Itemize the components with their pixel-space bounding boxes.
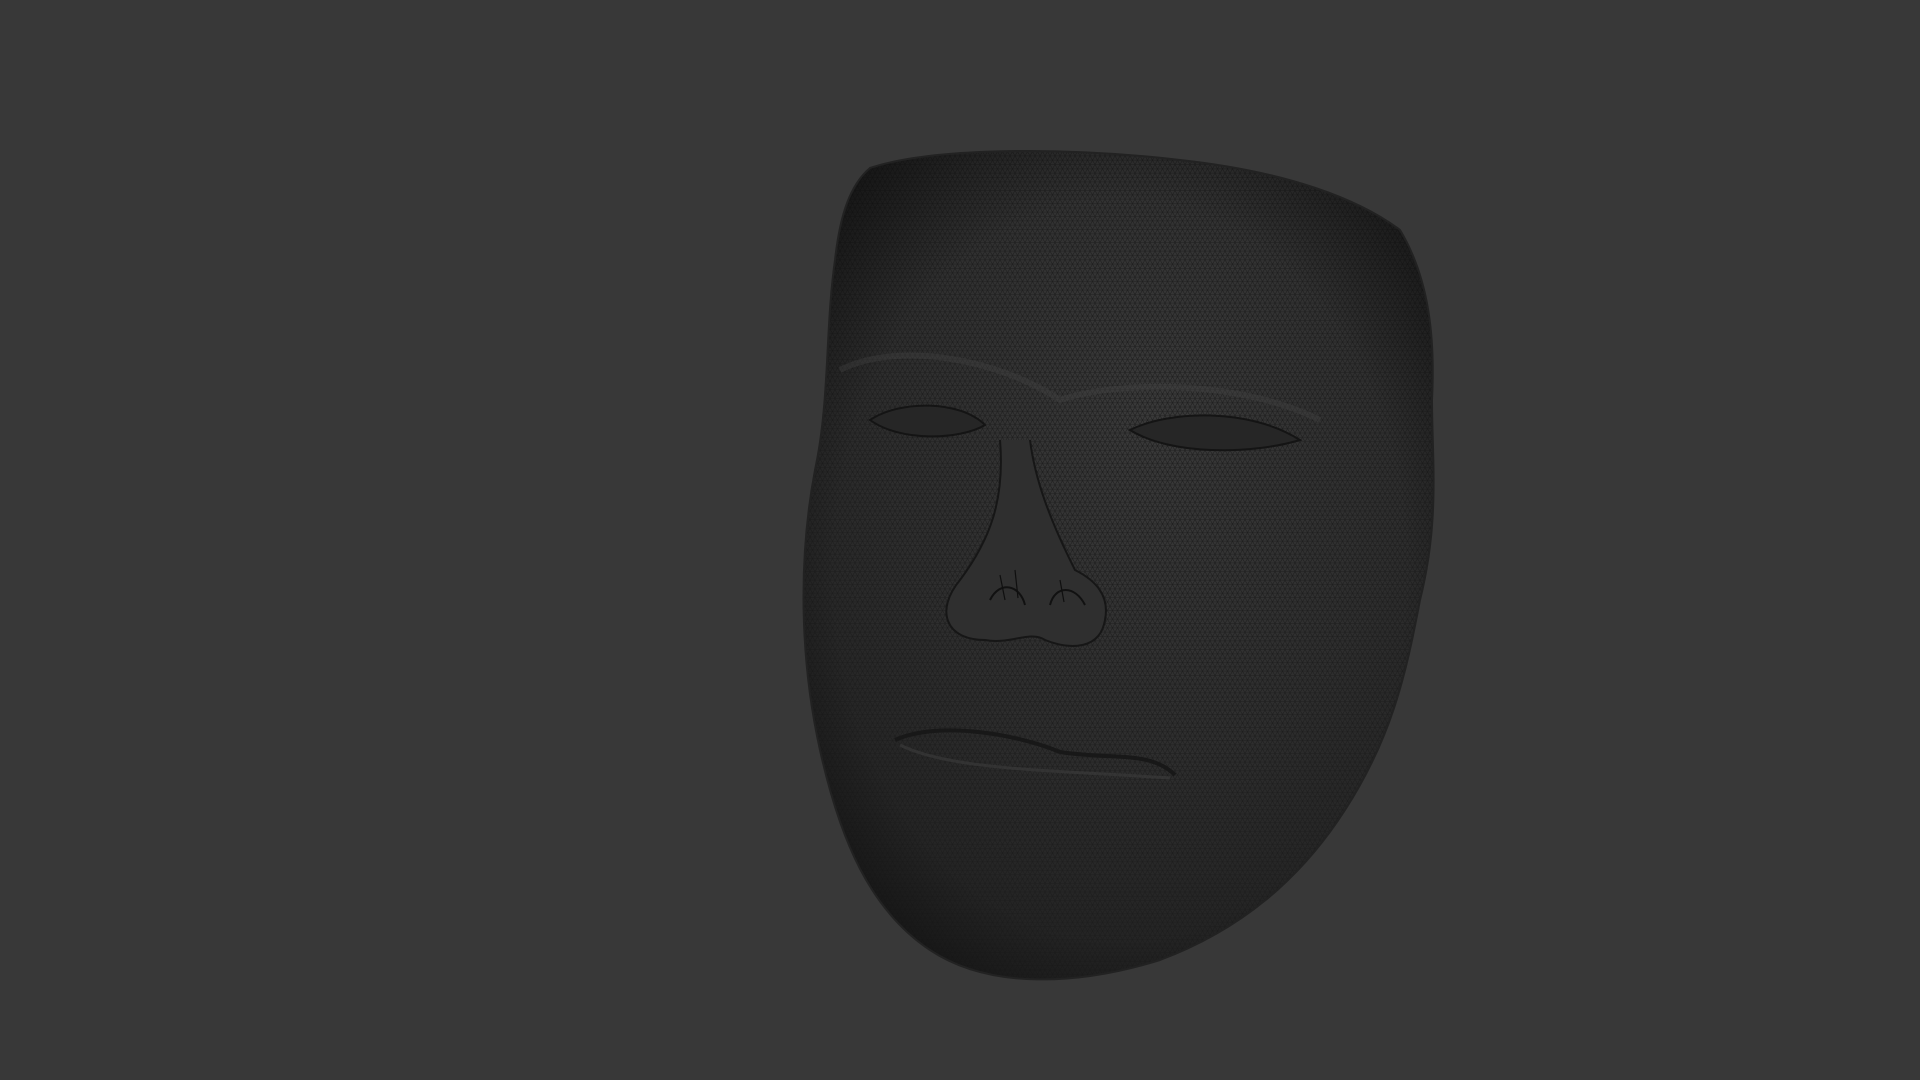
3d-viewport[interactable] xyxy=(0,0,1920,1080)
face-mesh-model[interactable] xyxy=(780,130,1460,1010)
viewport-canvas[interactable] xyxy=(0,0,1920,1080)
